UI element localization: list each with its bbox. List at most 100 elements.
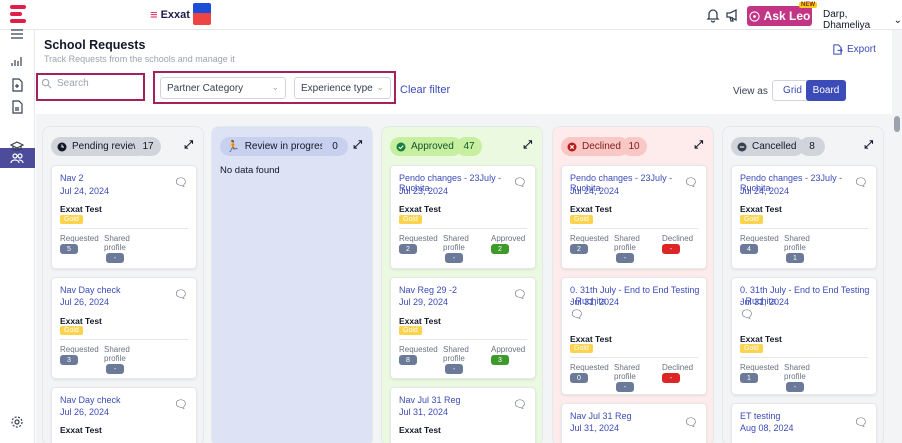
clear-filter-link[interactable]: Clear filter [400, 84, 450, 96]
card-title[interactable]: Nav 2 [60, 173, 84, 183]
column-count: 10 [621, 137, 647, 156]
chat-icon[interactable]: 🗨 [174, 288, 188, 301]
chat-icon[interactable]: 🗨 [174, 176, 188, 189]
card-title[interactable]: Nav Day check [60, 285, 121, 295]
chat-icon[interactable]: 🗨 [174, 398, 188, 411]
chat-icon[interactable]: 🗨 [513, 176, 527, 189]
graduation-cap-icon[interactable] [10, 140, 24, 154]
vertical-scrollbar[interactable] [892, 30, 902, 443]
request-card[interactable]: Nav Day check Jul 26, 2024 🗨 Exxat Test … [51, 277, 197, 379]
clock-icon [57, 142, 67, 151]
column-header[interactable]: 🏃 Review in progress [220, 137, 338, 156]
request-card[interactable]: Pendo changes - 23July - Ruchita Jul 23,… [390, 165, 536, 269]
column-title: Declined [582, 141, 621, 152]
experience-type-select[interactable]: Experience type ⌄ [294, 77, 391, 99]
card-title[interactable]: ET testing [740, 411, 780, 421]
chevron-down-icon: ⌄ [271, 82, 279, 92]
approved-count-badge: 3 [491, 355, 509, 365]
shared-profile-label: Shared profile [784, 234, 810, 252]
shared-count-badge: - [106, 253, 124, 263]
shared-count-badge: - [616, 382, 634, 392]
shared-count-badge: - [445, 253, 463, 263]
search-box[interactable]: Search [36, 73, 145, 101]
requested-count-badge: 1 [740, 373, 758, 383]
settings-gear-icon[interactable] [10, 415, 24, 429]
expand-icon[interactable]: ⤢ [694, 139, 703, 152]
expand-icon[interactable]: ⤢ [864, 139, 873, 152]
requested-count-badge: 0 [570, 373, 588, 383]
chat-icon[interactable]: 🗨 [570, 308, 584, 321]
chat-icon[interactable]: 🗨 [854, 176, 868, 189]
chat-icon[interactable]: 🗨 [684, 416, 698, 429]
request-card[interactable]: Nav Day check Jul 26, 2024 🗨 Exxat Test [51, 387, 197, 443]
request-card[interactable]: Nav 2 Jul 24, 2024 🗨 Exxat Test Gold Req… [51, 165, 197, 269]
hamburger-menu-icon[interactable] [10, 27, 24, 41]
brand-logo-icon[interactable] [8, 2, 28, 26]
card-divider [60, 228, 188, 229]
scrollbar-thumb[interactable] [894, 116, 900, 132]
exxat-logo: ≡ Exxat [150, 7, 190, 22]
column-declined: Declined 10 ⤢ Pendo changes - 23July - R… [552, 126, 714, 443]
running-person-icon: 🏃 [226, 141, 240, 153]
request-card[interactable]: 0. 31th July - End to End Testing - Ruch… [561, 277, 707, 395]
approved-count-badge: 2 [491, 244, 509, 254]
leo-icon [749, 10, 760, 22]
column-header[interactable]: Declined [561, 137, 629, 156]
top-bar: ≡ Exxat Ask Leo NEW Darp, Dhameliya ⌄ [0, 0, 902, 31]
card-date: Jul 31, 2024 [740, 297, 790, 307]
column-header[interactable]: Approved [390, 137, 462, 156]
x-circle-icon [567, 142, 577, 151]
export-label: Export [847, 44, 876, 55]
chat-icon[interactable]: 🗨 [513, 398, 527, 411]
bell-icon[interactable] [705, 7, 721, 23]
requested-label: Requested [570, 363, 609, 372]
expand-icon[interactable]: ⤢ [523, 139, 532, 152]
search-icon [41, 78, 52, 89]
filter-selects-group: Partner Category ⌄ Experience type ⌄ [153, 71, 396, 104]
request-card[interactable]: ET testing Aug 08, 2024 🗨 [731, 403, 877, 443]
column-count: 47 [456, 137, 482, 156]
column-title: Approved [411, 141, 454, 152]
declined-count-badge: - [662, 244, 680, 254]
tier-badge: Gold [570, 344, 593, 353]
request-card[interactable]: Pendo changes - 23July - Ruchita Jul 24,… [561, 165, 707, 269]
card-school: Exxat Test [399, 425, 441, 435]
expand-icon[interactable]: ⤢ [353, 139, 362, 152]
card-title[interactable]: Nav Jul 31 Reg [570, 411, 632, 421]
request-card[interactable]: Nav Jul 31 Reg Jul 31, 2024 🗨 [561, 403, 707, 443]
chat-icon[interactable]: 🗨 [854, 416, 868, 429]
analytics-icon[interactable] [10, 54, 24, 68]
card-date: Jul 31, 2024 [570, 297, 620, 307]
shared-count-badge: - [786, 382, 804, 392]
export-button[interactable]: Export [832, 44, 876, 55]
column-header[interactable]: Pending review [51, 137, 149, 156]
request-card[interactable]: Nav Reg 29 -2 Jul 29, 2024 🗨 Exxat Test … [390, 277, 536, 379]
search-input[interactable]: Search [57, 78, 89, 89]
card-title[interactable]: Nav Jul 31 Reg [399, 395, 461, 405]
add-document-icon[interactable] [10, 78, 24, 92]
card-school: Exxat Test [60, 316, 102, 326]
card-school: Exxat Test [740, 204, 782, 214]
column-title: Pending review [72, 141, 141, 152]
request-card[interactable]: 0. 31th July - End to End Testing - Ruch… [731, 277, 877, 395]
user-menu[interactable]: Darp, Dhameliya ⌄ [823, 9, 902, 31]
chat-icon[interactable]: 🗨 [740, 308, 754, 321]
chat-icon[interactable]: 🗨 [684, 176, 698, 189]
ask-leo-button[interactable]: Ask Leo NEW [747, 2, 817, 26]
requested-label: Requested [570, 234, 609, 243]
request-card[interactable]: Nav Jul 31 Reg Jul 31, 2024 🗨 Exxat Test [390, 387, 536, 443]
expand-icon[interactable]: ⤢ [184, 139, 193, 152]
school-flag-icon [193, 3, 211, 25]
board-view-button[interactable]: Board [806, 80, 846, 101]
main-content: School Requests Track Requests from the … [36, 30, 892, 443]
declined-label: Declined [662, 363, 694, 372]
card-title[interactable]: Nav Reg 29 -2 [399, 285, 457, 295]
card-title[interactable]: Nav Day check [60, 395, 121, 405]
megaphone-icon[interactable] [725, 7, 741, 23]
partner-category-select[interactable]: Partner Category ⌄ [160, 77, 286, 99]
card-divider [740, 357, 868, 358]
document-icon[interactable] [10, 100, 24, 114]
column-header[interactable]: Cancelled [731, 137, 805, 156]
chat-icon[interactable]: 🗨 [513, 288, 527, 301]
request-card[interactable]: Pendo changes - 23July - Ruchita Jul 24,… [731, 165, 877, 269]
